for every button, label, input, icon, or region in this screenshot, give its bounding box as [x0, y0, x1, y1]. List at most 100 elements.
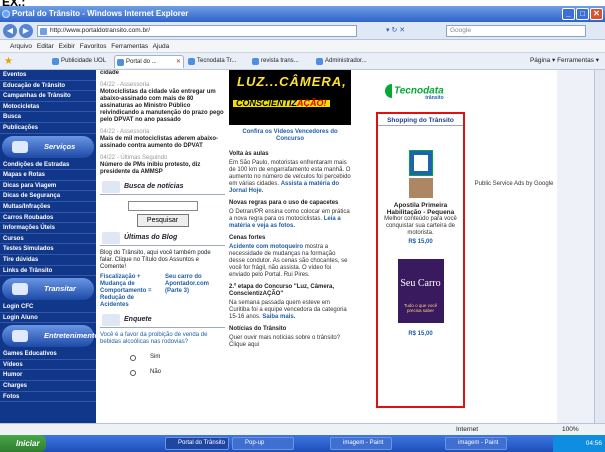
book-cover[interactable]: Seu Carro Tudo o que você precisa saber [397, 259, 444, 323]
enquete-question: Você é a favor da proibição de venda de … [100, 332, 208, 345]
nav-item[interactable]: Cursos [0, 234, 96, 245]
story-title: Novas regras para o uso de capacetes [229, 200, 339, 206]
nav-item[interactable]: Tire dúvidas [0, 255, 96, 266]
option-yes[interactable]: Sim [130, 354, 225, 361]
nav-item[interactable]: Carros Roubados [0, 213, 96, 224]
menu-item-arquivo[interactable]: Arquivo [10, 43, 32, 50]
nav-item[interactable]: Testes Simulados [0, 244, 96, 255]
nav-item[interactable]: Login CFC [0, 302, 96, 313]
nav-item[interactable]: Busca [0, 112, 96, 123]
tab-publicidade[interactable]: Publicidade UOL [50, 55, 112, 68]
story-title: Notícias do Trânsito [229, 326, 287, 332]
nav-item[interactable]: Games Educativos [0, 349, 96, 360]
nav-item[interactable]: Humor [0, 370, 96, 382]
blog-link[interactable]: Seu carro do Apontador.com (Parte 3) [165, 274, 225, 309]
google-ads-text[interactable]: Public Service Ads by Google [474, 180, 554, 188]
tab-administrador[interactable]: Administrador... [314, 55, 376, 68]
search-placeholder: Google [450, 27, 471, 34]
pesquisar-button[interactable]: Pesquisar [136, 214, 189, 227]
left-navigation: Eventos Educação de Trânsito Campanhas d… [0, 70, 99, 423]
product-photo[interactable] [408, 178, 433, 198]
news-column: cidade 04/22 - Assessoria Motociclistas d… [100, 70, 225, 423]
news-item[interactable]: 04/22 - Assessoria Mais de mil motociclis… [100, 129, 225, 150]
enquete-header: Enquete [100, 314, 225, 328]
task-item[interactable]: Pop-up [232, 437, 294, 450]
nav-item[interactable]: Eventos [0, 70, 96, 81]
menu-item-editar[interactable]: Editar [37, 43, 54, 50]
news-item[interactable]: 04/22 - Assessoria Motociclistas da cidad… [100, 82, 225, 124]
maximize-button[interactable]: □ [576, 8, 589, 20]
status-bar: Internet 100% [0, 423, 605, 435]
news-item[interactable]: 04/22 - Últimas Seguindo Número de PMs in… [100, 155, 225, 176]
menu-item-ferramentas[interactable]: Ferramentas [111, 43, 148, 50]
nav-item[interactable]: Login Aluno [0, 313, 96, 324]
confira-link[interactable]: Confira os Vídeos Vencedores do Concurso [229, 129, 351, 143]
task-item[interactable]: Portal do Trânsito [165, 437, 229, 450]
story-text: Quer ouvir mais notícias sobre o trânsit… [229, 335, 341, 348]
menu-item-favoritos[interactable]: Favoritos [80, 43, 107, 50]
nav-item[interactable]: Charges [0, 381, 96, 392]
nav-item[interactable]: Dicas de Segurança [0, 191, 96, 202]
nav-item[interactable]: Informações Úteis [0, 223, 96, 234]
nav-item[interactable]: Condições de Estradas [0, 160, 96, 171]
nav-item[interactable]: Campanhas de Trânsito [0, 91, 96, 102]
menu-item-ajuda[interactable]: Ajuda [153, 43, 170, 50]
product-desc: Melhor conteúdo para você conquistar sua… [384, 216, 457, 236]
story-title: Volta às aulas [229, 151, 269, 157]
internet-zone: Internet [456, 426, 479, 433]
scrollbar[interactable] [594, 70, 605, 423]
nav-item[interactable]: Mapas e Rotas [0, 170, 96, 181]
story-text: Acidente com motoqueiro mostra a necessi… [229, 244, 348, 278]
nav-header-entretenimento: Entretenimento [2, 325, 99, 348]
services-icon [12, 140, 28, 153]
favorites-star-icon[interactable]: ★ [4, 56, 13, 67]
page-content: Eventos Educação de Trânsito Campanhas d… [0, 70, 605, 423]
zoom-level[interactable]: 100% [562, 424, 579, 435]
task-item[interactable]: imagem - Paint [330, 437, 392, 450]
nav-item[interactable]: Links de Trânsito [0, 266, 96, 277]
tab-tecnodata[interactable]: Tecnodata Tr... [186, 55, 248, 68]
close-button[interactable]: ✕ [590, 8, 603, 20]
forward-icon[interactable]: ▶ [19, 24, 33, 38]
story-text: Em São Paulo, motoristas enfrentaram mai… [229, 160, 351, 194]
option-no[interactable]: Não [130, 369, 225, 376]
nav-item[interactable]: Dicas para Viagem [0, 181, 96, 192]
blog-links: Fiscalização + Mudança de Comportamento … [100, 274, 225, 309]
address-bar: ◀ ▶ http://www.portaldotransito.com.br/ … [0, 22, 605, 40]
tab-revista[interactable]: revista trans... [250, 55, 312, 68]
nav-item[interactable]: Fotos [0, 392, 96, 403]
busca-header: Busca de notícias [100, 181, 225, 195]
story-text: Na semana passada quem esteve em Curitib… [229, 300, 347, 320]
product-price: R$ 15,00 [408, 331, 433, 337]
product-price: R$ 15,00 [408, 239, 433, 245]
blog-link[interactable]: Fiscalização + Mudança de Comportamento … [100, 274, 160, 309]
nav-header-transitar: Transitar [2, 278, 94, 301]
product-name[interactable]: Apostila Primeira Habilitação - Pequena [378, 202, 463, 216]
nav-item[interactable]: Multas/Infrações [0, 202, 96, 213]
nav-item[interactable]: Motocicletas [0, 102, 96, 113]
product-image[interactable] [408, 150, 433, 176]
radio-icon[interactable] [130, 369, 136, 376]
contest-banner[interactable]: LUZ...CÂMERA, CONSCIENTIZAÇÃO! [229, 70, 351, 125]
tab-portal[interactable]: Portal do ... [114, 55, 184, 68]
news-search-input[interactable] [127, 201, 198, 211]
tecnodata-logo[interactable]: Tecnodata trânsito [385, 84, 444, 101]
command-bar[interactable]: Página ▾ Ferramentas ▾ [530, 56, 599, 64]
nav-item[interactable]: Publicações [0, 123, 96, 134]
radio-icon[interactable] [130, 354, 136, 361]
refresh-stop-icons[interactable]: ▾ ↻ ✕ [386, 26, 405, 34]
menu-item-exibir[interactable]: Exibir [59, 43, 75, 50]
search-input[interactable]: Google [446, 25, 586, 37]
nav-item[interactable]: Educação de Trânsito [0, 81, 96, 92]
system-tray-clock: 04:56 [553, 435, 605, 452]
news-top-fragment: cidade [100, 70, 120, 76]
url-input[interactable]: http://www.portaldotransito.com.br/ [37, 25, 357, 37]
task-item[interactable]: imagem - Paint [445, 437, 507, 450]
ie-icon [2, 10, 10, 18]
nav-item[interactable]: Vídeos [0, 360, 96, 371]
back-icon[interactable]: ◀ [3, 24, 17, 38]
search-car-icon [102, 181, 120, 193]
minimize-button[interactable]: _ [562, 8, 575, 20]
blog-header: Últimas do Blog [100, 232, 225, 246]
start-button[interactable]: Iniciar [0, 435, 46, 452]
